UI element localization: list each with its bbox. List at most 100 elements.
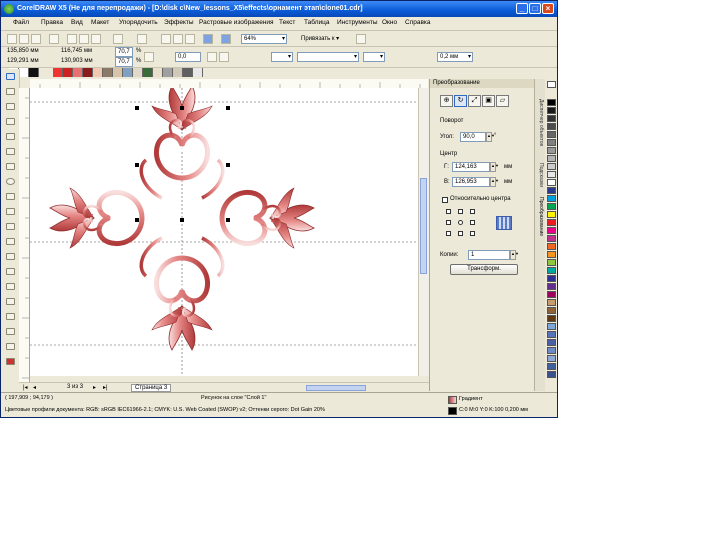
palette-c23[interactable] bbox=[547, 339, 556, 346]
welcome-screen-icon[interactable] bbox=[221, 34, 231, 44]
center-y-spinner[interactable]: ▲▼ bbox=[490, 177, 499, 187]
menu-effects[interactable]: Эффекты bbox=[164, 19, 194, 26]
swatch-green[interactable] bbox=[143, 68, 153, 77]
menu-tools[interactable]: Инструменты bbox=[337, 19, 378, 26]
palette-c20[interactable] bbox=[547, 315, 556, 322]
rotate-mode-button[interactable]: ↻ bbox=[454, 95, 467, 107]
palette-black[interactable] bbox=[547, 99, 556, 106]
palette-c3[interactable] bbox=[547, 123, 556, 130]
palette-c10[interactable] bbox=[547, 187, 556, 194]
horizontal-scroll-thumb[interactable] bbox=[306, 385, 366, 391]
anchor-top-right[interactable] bbox=[470, 209, 475, 214]
minimize-button[interactable]: _ bbox=[516, 3, 528, 14]
swatch-maroon[interactable] bbox=[83, 68, 93, 77]
palette-c14[interactable] bbox=[547, 267, 556, 274]
palette-c13[interactable] bbox=[547, 259, 556, 266]
copies-input[interactable]: 1 bbox=[468, 250, 510, 260]
palette-c27[interactable] bbox=[547, 371, 556, 378]
menu-bitmaps[interactable]: Растровые изображения bbox=[199, 19, 274, 26]
apply-transform-button[interactable]: Трансформ. bbox=[450, 264, 518, 275]
swatch-light-grey[interactable] bbox=[193, 68, 203, 77]
drawing-canvas[interactable] bbox=[30, 88, 418, 376]
palette-c26[interactable] bbox=[547, 363, 556, 370]
prev-page-button[interactable]: ◂ bbox=[33, 384, 36, 391]
outline-width-field[interactable]: 0,2 мм bbox=[437, 52, 473, 62]
anchor-center[interactable] bbox=[458, 220, 463, 225]
close-button[interactable]: × bbox=[542, 3, 554, 14]
menu-help[interactable]: Справка bbox=[405, 19, 431, 26]
text-tool-icon[interactable] bbox=[6, 223, 15, 230]
height-field[interactable]: 130,903 мм bbox=[59, 57, 107, 67]
lock-ratio-icon[interactable] bbox=[144, 52, 154, 62]
export-icon[interactable] bbox=[185, 34, 195, 44]
swatch-peach[interactable] bbox=[93, 68, 103, 77]
first-page-button[interactable]: |◂ bbox=[23, 384, 28, 391]
save-icon[interactable] bbox=[31, 34, 41, 44]
palette-c5[interactable] bbox=[547, 139, 556, 146]
line-start-dropdown[interactable] bbox=[271, 52, 293, 62]
open-icon[interactable] bbox=[19, 34, 29, 44]
palette-c15[interactable] bbox=[547, 275, 556, 282]
anchor-middle-right[interactable] bbox=[470, 220, 475, 225]
palette-red[interactable] bbox=[547, 219, 556, 226]
swatch-sand[interactable] bbox=[173, 68, 183, 77]
connector-tool-icon[interactable] bbox=[6, 268, 15, 275]
swatch-salmon[interactable] bbox=[73, 68, 83, 77]
palette-c1[interactable] bbox=[547, 107, 556, 114]
swatch-dark-red[interactable] bbox=[63, 68, 73, 77]
crop-tool-icon[interactable] bbox=[6, 103, 15, 110]
menu-window[interactable]: Окно bbox=[382, 19, 397, 26]
redo-icon[interactable] bbox=[137, 34, 147, 44]
zoom-level-dropdown[interactable]: 64% bbox=[241, 34, 287, 44]
palette-cyan[interactable] bbox=[547, 195, 556, 202]
search-icon[interactable] bbox=[161, 34, 171, 44]
line-style-dropdown[interactable] bbox=[297, 52, 359, 62]
pick-tool-icon[interactable] bbox=[6, 73, 15, 80]
color-profiles-info[interactable]: Цветовые профили документа: RGB: sRGB IE… bbox=[5, 407, 325, 413]
menu-layout[interactable]: Макет bbox=[91, 19, 109, 26]
copy-icon[interactable] bbox=[79, 34, 89, 44]
anchor-bottom-center[interactable] bbox=[458, 231, 463, 236]
ellipse-tool-icon[interactable] bbox=[6, 178, 15, 185]
swatch-cream[interactable] bbox=[153, 68, 163, 77]
print-icon[interactable] bbox=[49, 34, 59, 44]
polygon-tool-icon[interactable] bbox=[6, 193, 15, 200]
position-mode-button[interactable]: ⊕ bbox=[440, 95, 453, 107]
palette-c9[interactable] bbox=[547, 171, 556, 178]
palette-orange[interactable] bbox=[547, 243, 556, 250]
anchor-middle-left[interactable] bbox=[446, 220, 451, 225]
anchor-top-left[interactable] bbox=[446, 209, 451, 214]
basic-shapes-tool-icon[interactable] bbox=[6, 208, 15, 215]
coreldraw-app-icon[interactable] bbox=[4, 4, 14, 14]
palette-c7[interactable] bbox=[547, 155, 556, 162]
page-tab-3[interactable]: Страница 3 bbox=[131, 384, 172, 392]
table-tool-icon[interactable] bbox=[6, 238, 15, 245]
swatch-light[interactable] bbox=[133, 68, 143, 77]
eyedropper-tool-icon[interactable] bbox=[6, 313, 15, 320]
center-x-spinner[interactable]: ▲▼ bbox=[490, 162, 499, 172]
shape-tool-icon[interactable] bbox=[6, 88, 15, 95]
blend-tool-icon[interactable] bbox=[6, 283, 15, 290]
tab-transformation[interactable]: Преобразование bbox=[536, 197, 544, 236]
title-bar[interactable]: CorelDRAW X5 (Не для перепродажи) - [D:\… bbox=[1, 1, 557, 17]
mirror-vertical-icon[interactable] bbox=[219, 52, 229, 62]
swatch-black[interactable] bbox=[29, 68, 39, 77]
size-mode-button[interactable]: ▣ bbox=[482, 95, 495, 107]
palette-c17[interactable] bbox=[547, 291, 556, 298]
palette-c12[interactable] bbox=[547, 251, 556, 258]
copies-spinner[interactable]: ▲▼ bbox=[510, 250, 519, 260]
swatch-white[interactable] bbox=[19, 68, 29, 77]
transparency-tool-icon[interactable] bbox=[6, 298, 15, 305]
mirror-horizontal-icon[interactable] bbox=[207, 52, 217, 62]
scale-x-field[interactable]: 70,7 bbox=[115, 47, 133, 57]
palette-c2[interactable] bbox=[547, 115, 556, 122]
palette-c24[interactable] bbox=[547, 347, 556, 354]
palette-c4[interactable] bbox=[547, 131, 556, 138]
vertical-scrollbar[interactable] bbox=[418, 88, 429, 376]
width-field[interactable]: 116,745 мм bbox=[59, 47, 107, 57]
import-icon[interactable] bbox=[173, 34, 183, 44]
line-end-dropdown[interactable] bbox=[363, 52, 385, 62]
menu-view[interactable]: Вид bbox=[71, 19, 83, 26]
dimension-tool-icon[interactable] bbox=[6, 253, 15, 260]
swatch-beige[interactable] bbox=[113, 68, 123, 77]
